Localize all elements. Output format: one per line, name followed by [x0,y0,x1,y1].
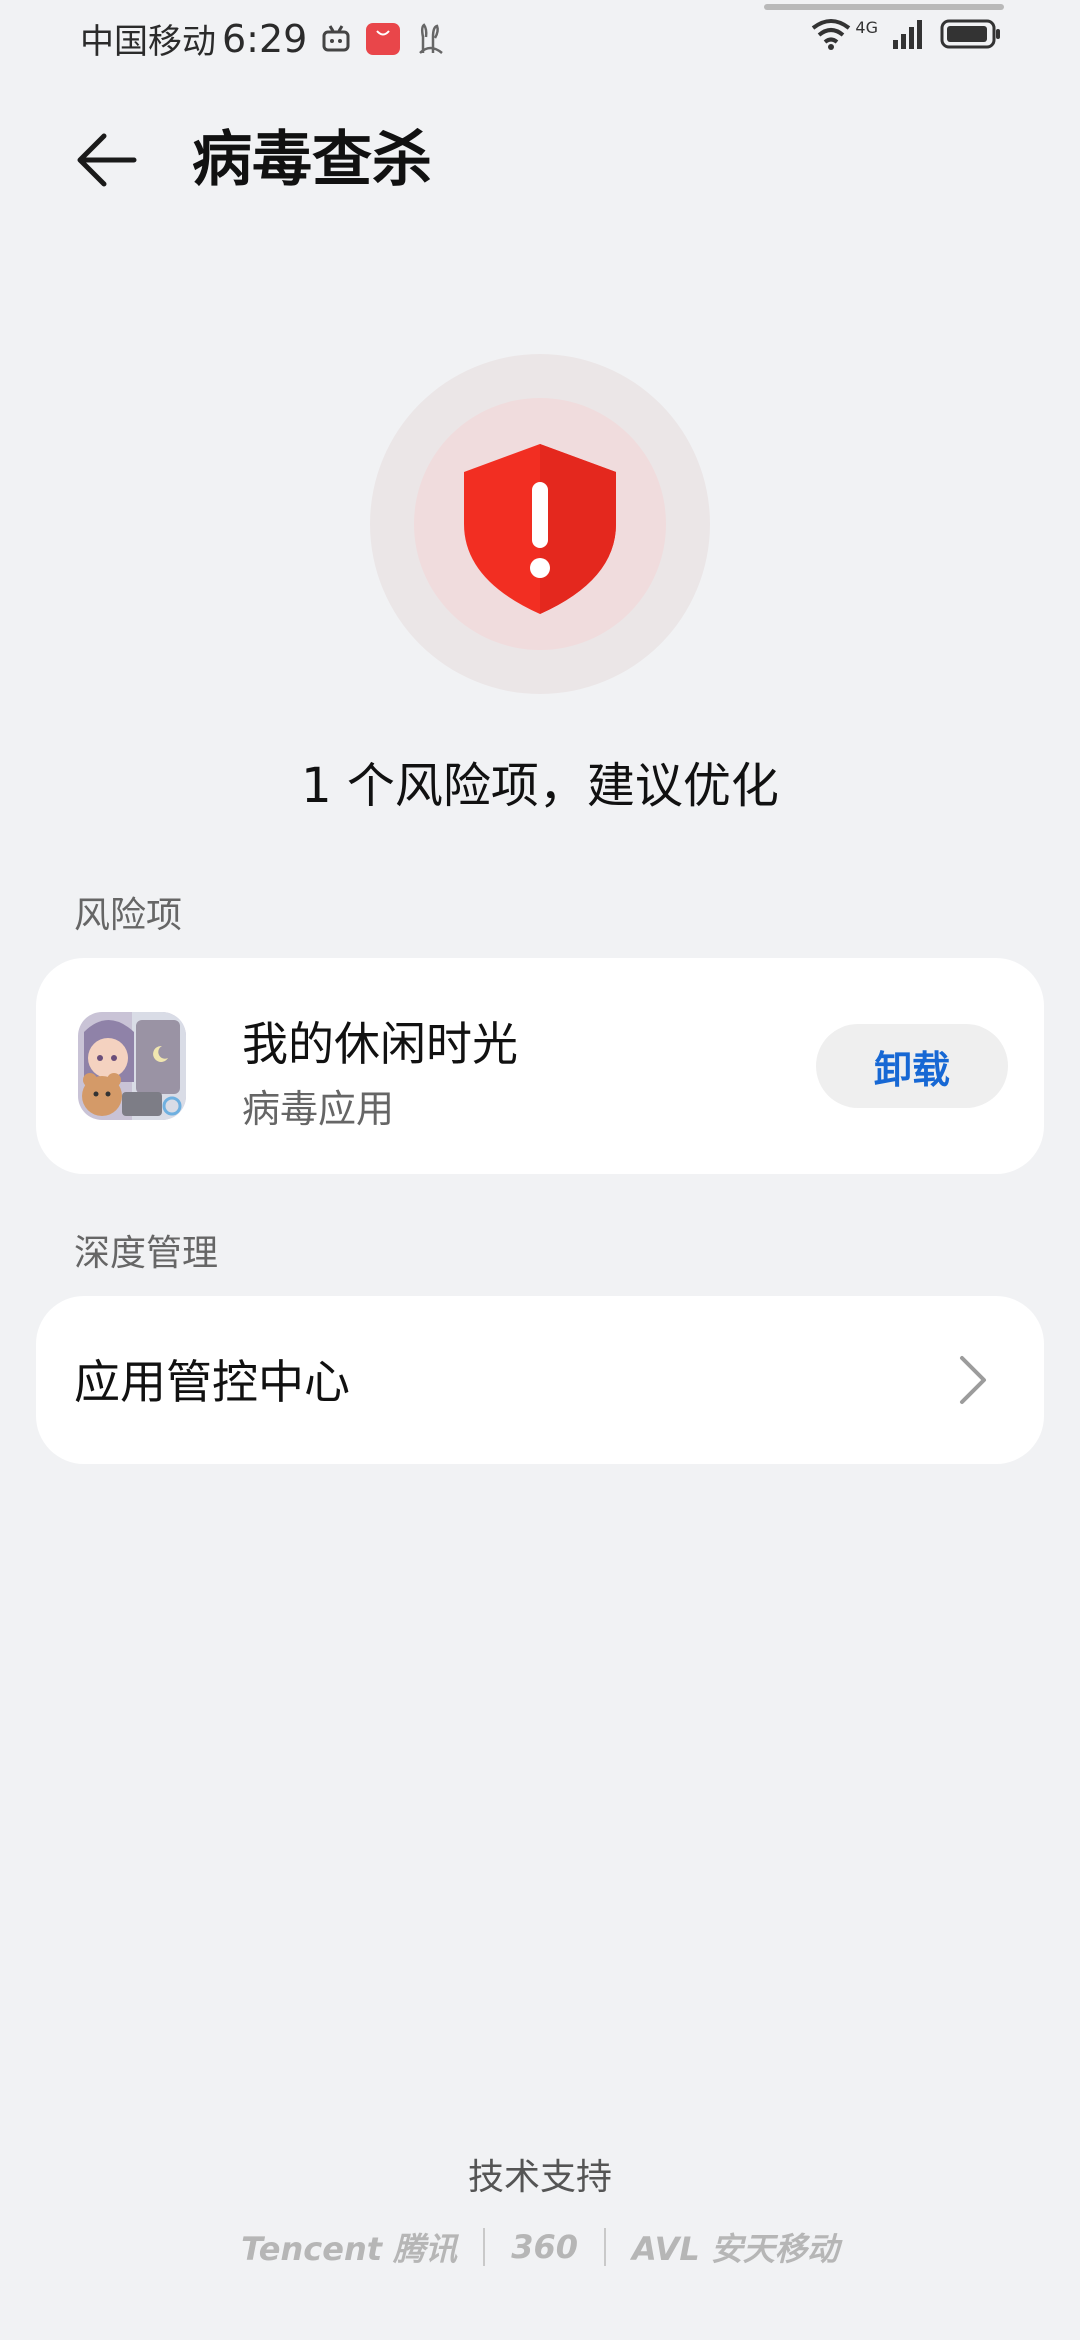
vendor-divider [603,2228,606,2266]
antiy-logo: AVL 安天移动 [631,2230,839,2268]
chevron-right-icon [960,1356,986,1404]
deep-management-label: 深度管理 [74,1233,219,1274]
risk-app-card: 我的休闲时光 病毒应用 卸载 [36,958,1044,1174]
clock: 6:29 [222,16,308,61]
risk-section-label: 风险项 [74,895,183,936]
status-bar: 中国移动 6:29 4G [0,0,1080,80]
risk-shield-indicator [370,354,710,694]
app-thumbnail-icon [78,1012,186,1120]
rabbit-icon [419,22,444,54]
warning-shield-icon [464,444,616,614]
360-logo: 360 [511,2228,578,2266]
vendor-divider [483,2228,486,2266]
app-control-center-label: 应用管控中心 [74,1355,350,1409]
wifi-icon [812,19,851,50]
app-icon [78,1012,186,1120]
app-risk-type: 病毒应用 [242,1087,395,1131]
battery-icon [940,19,1000,49]
back-arrow-icon [77,133,137,187]
bilibili-icon [322,24,350,51]
vendor-logos: Tencent 腾讯 360 AVL 安天移动 [0,2224,1080,2270]
app-name: 我的休闲时光 [242,1017,518,1071]
network-type-label: 4G [855,17,878,37]
signal-icon [893,20,922,49]
app-control-center-row[interactable]: 应用管控中心 [36,1296,1044,1464]
app-store-icon [366,22,401,55]
carrier-label: 中国移动 [80,22,216,62]
tencent-logo: Tencent 腾讯 [241,2230,458,2268]
risk-summary: 1 个风险项，建议优化 [301,758,779,814]
status-bar-left: 中国移动 6:29 [80,14,445,63]
page-title: 病毒查杀 [192,125,432,195]
status-bar-right: 4G [811,18,1002,50]
back-button[interactable] [70,124,142,196]
uninstall-button[interactable]: 卸载 [816,1024,1008,1108]
notification-icons [321,22,445,56]
header: 病毒查杀 [0,110,1080,210]
tech-support-label: 技术支持 [467,2157,612,2198]
